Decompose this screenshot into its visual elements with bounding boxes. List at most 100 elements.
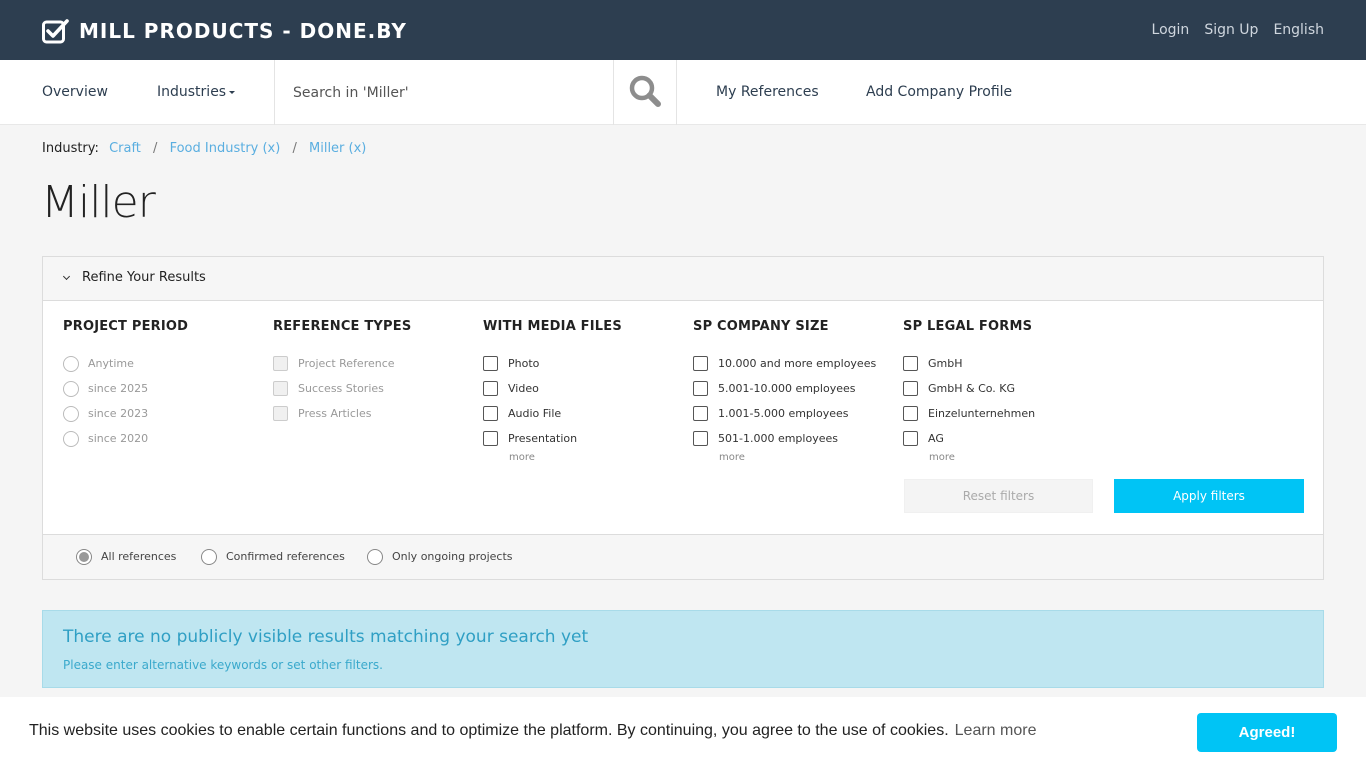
cookie-agree-button[interactable]: Agreed! (1197, 713, 1337, 752)
checkbox[interactable] (693, 406, 708, 421)
checkbox-option[interactable]: 1.001-5.000 employees (693, 401, 893, 426)
checkbox[interactable] (693, 431, 708, 446)
reference-scope-bar: All references Confirmed references Only… (43, 534, 1323, 579)
nav-overview[interactable]: Overview (42, 83, 108, 101)
radio-button[interactable] (201, 549, 217, 565)
checkbox-label: 5.001-10.000 employees (718, 382, 856, 395)
account-links: Login Sign Up English (1152, 21, 1324, 39)
checkbox-label: Einzelunternehmen (928, 407, 1036, 420)
checkbox[interactable] (273, 356, 288, 371)
radio-option[interactable]: since 2020 (63, 426, 263, 451)
checkbox[interactable] (483, 381, 498, 396)
nav-my-references[interactable]: My References (716, 83, 819, 101)
radio-button[interactable] (367, 549, 383, 565)
checkbox[interactable] (273, 406, 288, 421)
checkbox[interactable] (273, 381, 288, 396)
reset-filters-button[interactable]: Reset filters (904, 479, 1093, 513)
signup-link[interactable]: Sign Up (1204, 21, 1258, 39)
scope-option-all[interactable]: All references (76, 549, 176, 565)
radio-label: All references (101, 550, 177, 563)
more-link[interactable]: more (929, 452, 1103, 464)
nav-add-company-profile[interactable]: Add Company Profile (866, 83, 1012, 101)
filter-heading: WITH MEDIA FILES (483, 319, 622, 334)
no-results-alert: There are no publicly visible results ma… (42, 610, 1324, 688)
more-link[interactable]: more (509, 452, 683, 464)
checkbox-label: Press Articles (298, 407, 372, 420)
checkbox-option[interactable]: Project Reference (273, 351, 473, 376)
search-container (274, 60, 614, 125)
checkbox-option[interactable]: Success Stories (273, 376, 473, 401)
radio-button[interactable] (63, 355, 79, 372)
radio-button-checked[interactable] (76, 549, 92, 565)
scope-option-confirmed[interactable]: Confirmed references (201, 549, 345, 565)
breadcrumb-label: Industry: (42, 141, 99, 156)
checkbox[interactable] (903, 381, 918, 396)
checkbox-option[interactable]: AG (903, 426, 1103, 451)
more-link[interactable]: more (719, 452, 893, 464)
breadcrumb-separator: / (153, 141, 158, 156)
cookie-message: This website uses cookies to enable cert… (29, 722, 949, 739)
checkbox-option[interactable]: Presentation (483, 426, 683, 451)
filter-media-files: WITH MEDIA FILES Photo Video Audio File … (483, 319, 683, 464)
radio-label: since 2020 (88, 432, 149, 445)
breadcrumb-craft[interactable]: Craft (109, 141, 141, 156)
radio-button[interactable] (63, 430, 79, 447)
filter-reference-types: REFERENCE TYPES Project Reference Succes… (273, 319, 473, 426)
brand-logo[interactable]: MILL PRODUCTS - DONE.BY (42, 18, 407, 44)
checkbox-option[interactable]: Photo (483, 351, 683, 376)
page-title: Miller (41, 177, 156, 228)
scope-option-ongoing[interactable]: Only ongoing projects (367, 549, 513, 565)
checkbox-option[interactable]: Press Articles (273, 401, 473, 426)
filter-project-period: PROJECT PERIOD Anytime since 2025 since … (63, 319, 263, 451)
apply-filters-button[interactable]: Apply filters (1114, 479, 1304, 513)
checkbox-label: Success Stories (298, 382, 384, 395)
filter-heading: SP COMPANY SIZE (693, 319, 829, 334)
checkbox-option[interactable]: Video (483, 376, 683, 401)
checkbox[interactable] (693, 381, 708, 396)
checkbox-option[interactable]: 10.000 and more employees (693, 351, 893, 376)
checkbox-option[interactable]: GmbH (903, 351, 1103, 376)
alert-text: Please enter alternative keywords or set… (63, 658, 383, 672)
radio-label: since 2025 (88, 382, 149, 395)
filter-heading: REFERENCE TYPES (273, 319, 412, 334)
radio-button[interactable] (63, 405, 79, 422)
checkbox-label: Presentation (508, 432, 578, 445)
checkbox[interactable] (903, 356, 918, 371)
checkbox-option[interactable]: Einzelunternehmen (903, 401, 1103, 426)
checkbox-option[interactable]: 501-1.000 employees (693, 426, 893, 451)
breadcrumb-miller[interactable]: Miller (x) (309, 141, 366, 156)
radio-button[interactable] (63, 380, 79, 397)
radio-option[interactable]: since 2023 (63, 401, 263, 426)
filter-panel-header[interactable]: Refine Your Results (43, 257, 1323, 301)
breadcrumb-separator: / (292, 141, 297, 156)
checkbox[interactable] (903, 406, 918, 421)
checkbox-label: 501-1.000 employees (718, 432, 838, 445)
language-link[interactable]: English (1273, 21, 1324, 39)
learn-more-link[interactable]: Learn more (955, 722, 1037, 739)
checkbox[interactable] (903, 431, 918, 446)
radio-label: since 2023 (88, 407, 149, 420)
checkbox-label: AG (928, 432, 944, 445)
cookie-text-container: This website uses cookies to enable cert… (29, 721, 1036, 741)
login-link[interactable]: Login (1152, 21, 1190, 39)
radio-label: Confirmed references (226, 550, 345, 563)
checkbox[interactable] (483, 406, 498, 421)
checkbox-label: 10.000 and more employees (718, 357, 877, 370)
main-nav: Overview Industries My References Add Co… (0, 60, 1366, 125)
breadcrumb-food-industry[interactable]: Food Industry (x) (170, 141, 281, 156)
checkbox-option[interactable]: 5.001-10.000 employees (693, 376, 893, 401)
checkbox-label: Audio File (508, 407, 562, 420)
radio-option[interactable]: since 2025 (63, 376, 263, 401)
radio-option[interactable]: Anytime (63, 351, 263, 376)
chevron-down-icon (62, 272, 71, 281)
checkbox-option[interactable]: Audio File (483, 401, 683, 426)
nav-industries[interactable]: Industries (157, 83, 236, 101)
checkbox[interactable] (483, 431, 498, 446)
top-bar: MILL PRODUCTS - DONE.BY Login Sign Up En… (0, 0, 1366, 60)
search-input[interactable] (293, 82, 593, 104)
checkbox[interactable] (483, 356, 498, 371)
checkbox[interactable] (693, 356, 708, 371)
checkbox-label: Video (508, 382, 539, 395)
search-button[interactable] (614, 60, 677, 125)
checkbox-option[interactable]: GmbH & Co. KG (903, 376, 1103, 401)
